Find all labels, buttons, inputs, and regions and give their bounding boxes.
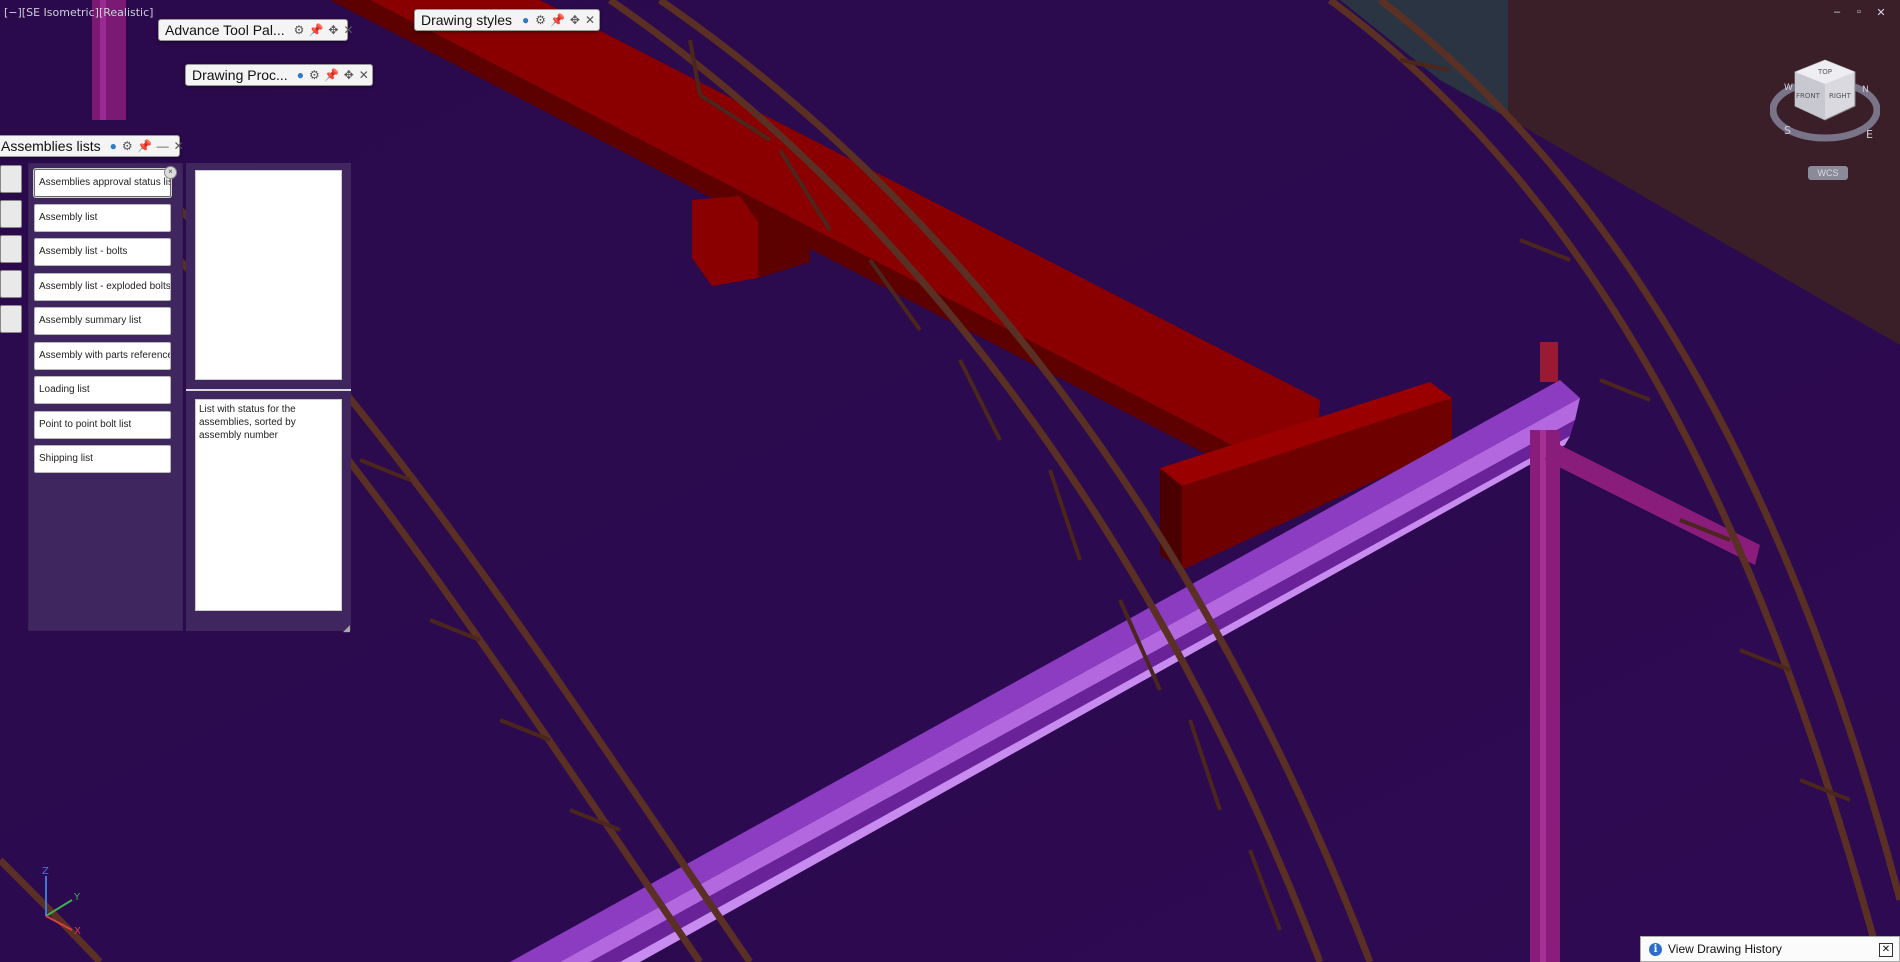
minimize-button[interactable]: –	[1830, 6, 1844, 19]
side-tabs	[0, 165, 22, 340]
history-label[interactable]: View Drawing History	[1668, 942, 1782, 956]
resize-grip-icon[interactable]: ◢	[343, 623, 353, 633]
list-item[interactable]: Point to point bolt list	[34, 411, 171, 439]
gear-icon[interactable]: ⚙	[535, 13, 546, 27]
ucs-z: Z	[42, 866, 49, 877]
ucs-icon: Z Y X	[42, 866, 81, 936]
list-item[interactable]: Assembly list - exploded bolts	[34, 273, 171, 301]
list-item[interactable]: Assembly with parts reference	[34, 342, 171, 370]
assemblies-lists-panel: Assemblies approval status list Assembly…	[0, 134, 362, 633]
palette-title: Advance Tool Pal...	[165, 22, 285, 38]
restore-button[interactable]: ▫	[1852, 6, 1866, 19]
move-icon[interactable]: ✥	[328, 23, 338, 37]
close-icon[interactable]: ✕	[359, 68, 369, 82]
move-icon[interactable]: ✥	[344, 68, 354, 82]
side-tab-4[interactable]	[0, 270, 22, 298]
list-item[interactable]: Assembly list - bolts	[34, 238, 171, 266]
gear-icon[interactable]: ⚙	[309, 68, 320, 82]
window-controls: – ▫ ✕	[1830, 6, 1888, 19]
viewcube[interactable]: TOP FRONT RIGHT S E W N	[1770, 52, 1880, 152]
close-icon[interactable]: ✕	[1879, 943, 1893, 957]
advance-tool-palette-titlebar[interactable]: Advance Tool Pal... ⚙ 📌 ✥ ✕	[158, 19, 354, 41]
ucs-y: Y	[73, 892, 81, 903]
palette-title: Drawing styles	[421, 12, 513, 28]
compass-n[interactable]: N	[1862, 85, 1869, 95]
splitter[interactable]	[186, 389, 351, 391]
list-close-icon[interactable]: ×	[164, 166, 177, 179]
view-drawing-history-bar[interactable]: i View Drawing History ✕	[1640, 936, 1900, 962]
move-icon[interactable]: ✥	[570, 13, 580, 27]
pin-icon[interactable]: 📌	[309, 23, 324, 37]
gear-icon[interactable]: ⚙	[294, 23, 305, 37]
description-text: List with status for the assemblies, sor…	[195, 399, 342, 611]
close-icon[interactable]: ✕	[585, 13, 595, 27]
preview-image	[195, 170, 342, 380]
pin-icon[interactable]: 📌	[324, 68, 339, 82]
side-tab-2[interactable]	[0, 200, 22, 228]
side-tab-5[interactable]	[0, 305, 22, 333]
viewcube-front-label[interactable]: FRONT	[1796, 92, 1821, 100]
palette-title: Drawing Proc...	[192, 67, 288, 83]
close-icon[interactable]: ✕	[343, 23, 353, 37]
compass-w[interactable]: W	[1784, 83, 1793, 93]
globe-icon[interactable]: ●	[297, 68, 304, 82]
list-item[interactable]: Assembly list	[34, 204, 171, 232]
globe-icon[interactable]: ●	[521, 13, 530, 27]
pin-icon[interactable]: 📌	[550, 13, 565, 27]
list-item[interactable]: Loading list	[34, 376, 171, 404]
list-item[interactable]: Assemblies approval status list	[34, 169, 171, 197]
wcs-menu[interactable]: WCS	[1808, 166, 1848, 180]
viewport-label[interactable]: [−][SE Isometric][Realistic]	[4, 6, 153, 19]
preview-pane: List with status for the assemblies, sor…	[186, 163, 353, 633]
list-item[interactable]: Shipping list	[34, 445, 171, 473]
close-window-button[interactable]: ✕	[1874, 6, 1888, 19]
drawing-processes-titlebar[interactable]: Drawing Proc... ● ⚙ 📌 ✥ ✕	[185, 64, 373, 86]
compass-s[interactable]: S	[1784, 124, 1791, 137]
list-item[interactable]: Assembly summary list	[34, 307, 171, 335]
side-tab-3[interactable]	[0, 235, 22, 263]
compass-e[interactable]: E	[1866, 128, 1873, 141]
viewcube-top-label[interactable]: TOP	[1817, 68, 1832, 76]
assemblies-list: Assemblies approval status list Assembly…	[28, 163, 183, 631]
drawing-styles-titlebar[interactable]: Drawing styles ● ⚙ 📌 ✥ ✕	[414, 9, 600, 31]
ucs-x: X	[74, 926, 81, 936]
side-tab-1[interactable]	[0, 165, 22, 193]
viewcube-right-label[interactable]: RIGHT	[1829, 92, 1852, 100]
info-icon: i	[1649, 942, 1662, 956]
